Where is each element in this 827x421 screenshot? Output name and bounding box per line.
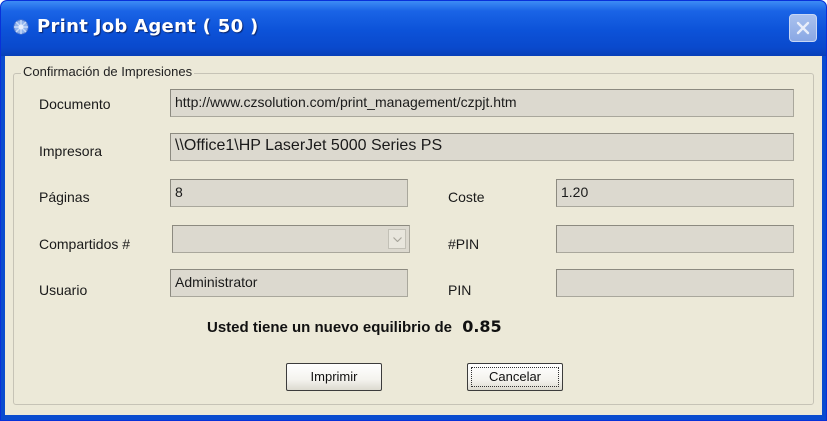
documento-field[interactable]: http://www.czsolution.com/print_manageme… <box>170 89 794 117</box>
print-button[interactable]: Imprimir <box>286 363 382 391</box>
dialog-client-area: Confirmación de Impresiones Documento ht… <box>5 56 822 415</box>
title-bar[interactable]: Print Job Agent ( 50 ) <box>1 1 826 56</box>
paginas-label: Páginas <box>39 189 90 205</box>
documento-label: Documento <box>39 96 111 112</box>
window-title: Print Job Agent ( 50 ) <box>37 16 259 37</box>
group-legend: Confirmación de Impresiones <box>21 64 195 79</box>
coste-field[interactable]: 1.20 <box>556 179 794 207</box>
pin-field[interactable] <box>556 269 794 297</box>
balance-message: Usted tiene un nuevo equilibrio de 0.85 <box>207 317 502 336</box>
balance-text: Usted tiene un nuevo equilibrio de <box>207 319 453 336</box>
balance-amount: 0.85 <box>462 317 502 336</box>
dropdown-button[interactable] <box>388 229 406 249</box>
compartidos-dropdown[interactable] <box>172 225 410 253</box>
printer-agent-icon <box>11 17 31 37</box>
pin-number-field[interactable] <box>556 225 794 253</box>
cancel-button-label: Cancelar <box>488 369 542 384</box>
cancel-button[interactable]: Cancelar <box>467 363 563 391</box>
compartidos-label: Compartidos # <box>39 236 131 252</box>
print-job-agent-window: Print Job Agent ( 50 ) Confirmación de I… <box>0 0 827 421</box>
usuario-field[interactable]: Administrator <box>170 269 408 297</box>
pin-label: PIN <box>448 282 472 298</box>
usuario-label: Usuario <box>39 282 88 298</box>
impresora-label: Impresora <box>39 143 103 159</box>
close-button[interactable] <box>789 14 817 42</box>
impresora-field[interactable]: \\Office1\HP LaserJet 5000 Series PS <box>170 133 794 161</box>
pin-number-label: #PIN <box>448 236 480 252</box>
coste-label: Coste <box>448 189 485 205</box>
paginas-field[interactable]: 8 <box>170 179 408 207</box>
print-button-label: Imprimir <box>310 369 358 384</box>
